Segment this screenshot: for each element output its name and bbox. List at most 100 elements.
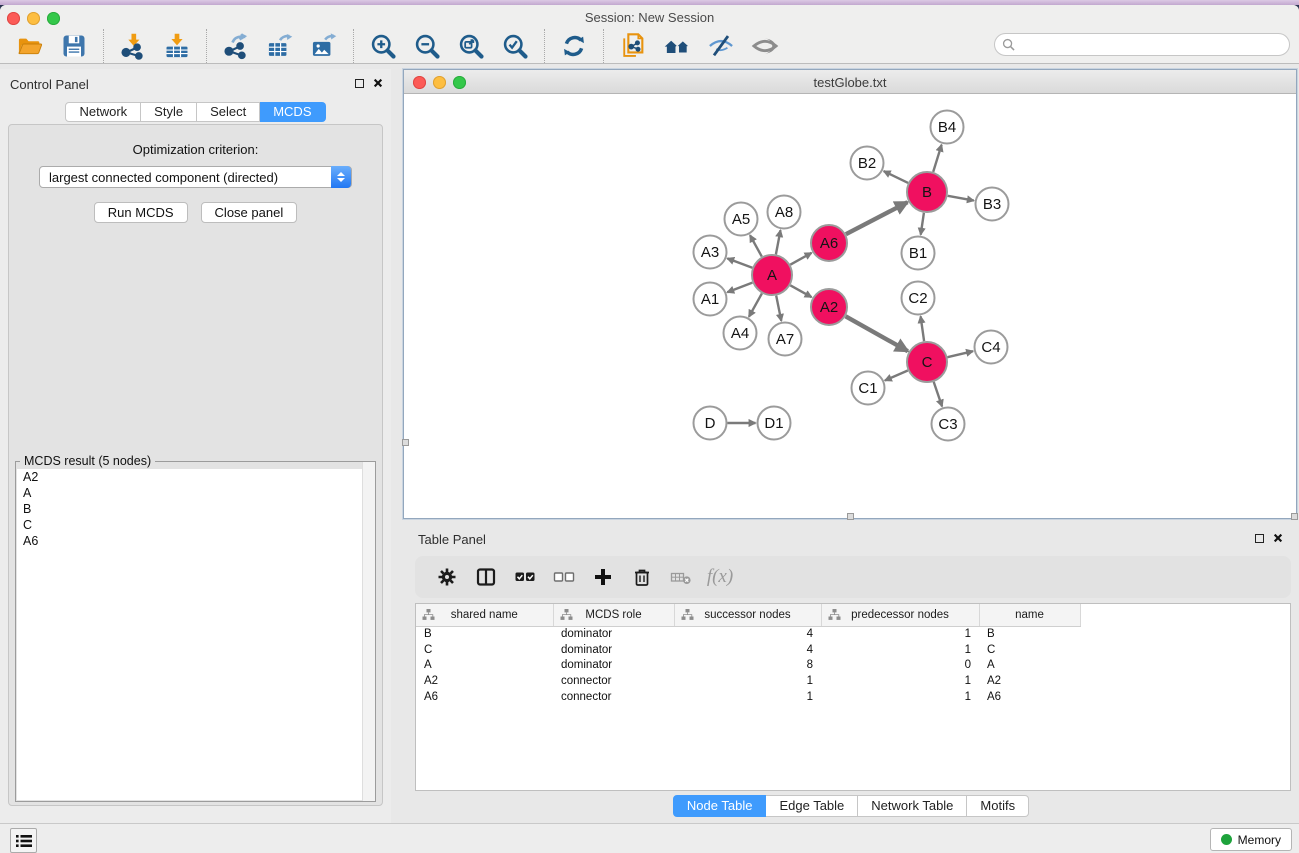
mcds-result-item[interactable]: C [17,517,374,533]
table-settings-button[interactable] [429,559,465,595]
export-table-button[interactable] [262,30,298,62]
graph-edge-A-A6[interactable] [790,253,811,265]
split-view-button[interactable] [468,559,504,595]
graph-edge-C-C1[interactable] [885,371,908,381]
close-panel-icon[interactable] [373,78,383,88]
show-panels-button[interactable] [747,30,783,62]
create-column-button[interactable] [585,559,621,595]
graph-edge-A-A8[interactable] [776,230,781,254]
home-button[interactable] [659,30,695,62]
refresh-button[interactable] [556,30,592,62]
tab-style[interactable]: Style [141,102,197,122]
result-scrollbar[interactable] [362,462,375,801]
graph-edge-C-C3[interactable] [934,382,942,407]
graph-edge-A2-C[interactable] [846,316,908,351]
graph-edge-B-B3[interactable] [948,196,974,201]
graph-edge-A6-B[interactable] [846,202,908,234]
graph-node-C4[interactable]: C4 [975,331,1008,364]
graph-edge-B-B2[interactable] [884,171,908,183]
zoom-selected-button[interactable] [497,30,533,62]
graph-edge-B-B1[interactable] [921,213,924,235]
graph-node-A3[interactable]: A3 [694,236,727,269]
graph-node-D1[interactable]: D1 [758,407,791,440]
network-from-file-button[interactable] [615,30,651,62]
delete-table-button[interactable] [663,559,699,595]
float-table-panel-icon[interactable] [1255,534,1264,543]
task-history-button[interactable] [10,828,37,853]
mcds-result-item[interactable]: A [17,485,374,501]
graph-node-C2[interactable]: C2 [902,282,935,315]
table-row[interactable]: Bdominator41B [416,626,1080,642]
tab-motifs[interactable]: Motifs [967,795,1029,817]
graph-node-C3[interactable]: C3 [932,408,965,441]
tab-mcds[interactable]: MCDS [260,102,325,122]
zoom-fit-button[interactable] [453,30,489,62]
tab-node-table[interactable]: Node Table [673,795,767,817]
deselect-all-columns-button[interactable] [546,559,582,595]
delete-column-button[interactable] [624,559,660,595]
network-canvas[interactable]: B4 B2 B B3 A8 A5 A6 A3 B1 A C2 A1 A2 A4 A7 C4 C C1 D D1 C3 [404,94,1296,518]
export-network-button[interactable] [218,30,254,62]
graph-node-A7[interactable]: A7 [769,323,802,356]
graph-node-A8[interactable]: A8 [768,196,801,229]
tab-network-table[interactable]: Network Table [858,795,967,817]
graph-edge-C-C4[interactable] [947,351,973,357]
graph-edge-C-C2[interactable] [921,316,925,341]
search-input[interactable] [1020,36,1289,54]
mcds-result-item[interactable]: B [17,501,374,517]
export-image-button[interactable] [306,30,342,62]
table-row[interactable]: A2connector11A2 [416,673,1080,689]
select-all-columns-button[interactable] [507,559,543,595]
graph-edge-A-A3[interactable] [727,258,752,267]
resize-handle-corner[interactable] [1291,513,1298,520]
column-header-name[interactable]: name [979,604,1080,626]
close-table-panel-icon[interactable] [1273,533,1283,543]
mcds-result-list[interactable]: A2ABCA6 [17,469,374,800]
graph-node-A4[interactable]: A4 [724,317,757,350]
table-row[interactable]: Adominator80A [416,657,1080,673]
resize-handle-bottom[interactable] [847,513,854,520]
network-window-titlebar[interactable]: testGlobe.txt [404,70,1296,94]
node-table[interactable]: shared name MCDS role successor nodes [416,604,1081,704]
graph-node-A1[interactable]: A1 [694,283,727,316]
column-header-successor-nodes[interactable]: successor nodes [674,604,821,626]
graph-node-B[interactable]: B [907,172,947,212]
graph-edge-A-A7[interactable] [776,296,781,321]
table-row[interactable]: A6connector11A6 [416,689,1080,705]
zoom-out-button[interactable] [409,30,445,62]
graph-node-C1[interactable]: C1 [852,372,885,405]
memory-button[interactable]: Memory [1210,828,1292,851]
column-header-mcds-role[interactable]: MCDS role [553,604,674,626]
open-session-button[interactable] [12,30,48,62]
tab-select[interactable]: Select [197,102,260,122]
graph-node-D[interactable]: D [694,407,727,440]
tab-edge-table[interactable]: Edge Table [766,795,858,817]
graph-node-B4[interactable]: B4 [931,111,964,144]
graph-node-A6[interactable]: A6 [811,225,847,261]
graph-node-A[interactable]: A [752,255,792,295]
graph-edge-A-A5[interactable] [750,235,762,256]
graph-node-A5[interactable]: A5 [725,203,758,236]
graph-node-B1[interactable]: B1 [902,237,935,270]
graph-node-B3[interactable]: B3 [976,188,1009,221]
float-panel-icon[interactable] [355,79,364,88]
save-session-button[interactable] [56,30,92,62]
resize-handle-left[interactable] [402,439,409,446]
mcds-result-item[interactable]: A2 [17,469,374,485]
mcds-result-item[interactable]: A6 [17,533,374,549]
graph-edge-B-B4[interactable] [933,145,941,172]
network-graph[interactable]: B4 B2 B B3 A8 A5 A6 A3 B1 A C2 A1 A2 A4 A7 C4 C C1 D D1 C3 [404,94,1296,518]
function-builder-button[interactable]: f(x) [702,559,738,595]
graph-node-A2[interactable]: A2 [811,289,847,325]
column-header-predecessor-nodes[interactable]: predecessor nodes [821,604,979,626]
graph-edge-A-A4[interactable] [749,293,762,316]
tab-network[interactable]: Network [65,102,141,122]
graph-node-C[interactable]: C [907,342,947,382]
import-network-button[interactable] [115,30,151,62]
table-row[interactable]: Cdominator41C [416,642,1080,658]
graph-edge-A-A1[interactable] [727,283,752,293]
hide-panels-button[interactable] [703,30,739,62]
zoom-in-button[interactable] [365,30,401,62]
graph-node-B2[interactable]: B2 [851,147,884,180]
run-mcds-button[interactable]: Run MCDS [94,202,188,223]
